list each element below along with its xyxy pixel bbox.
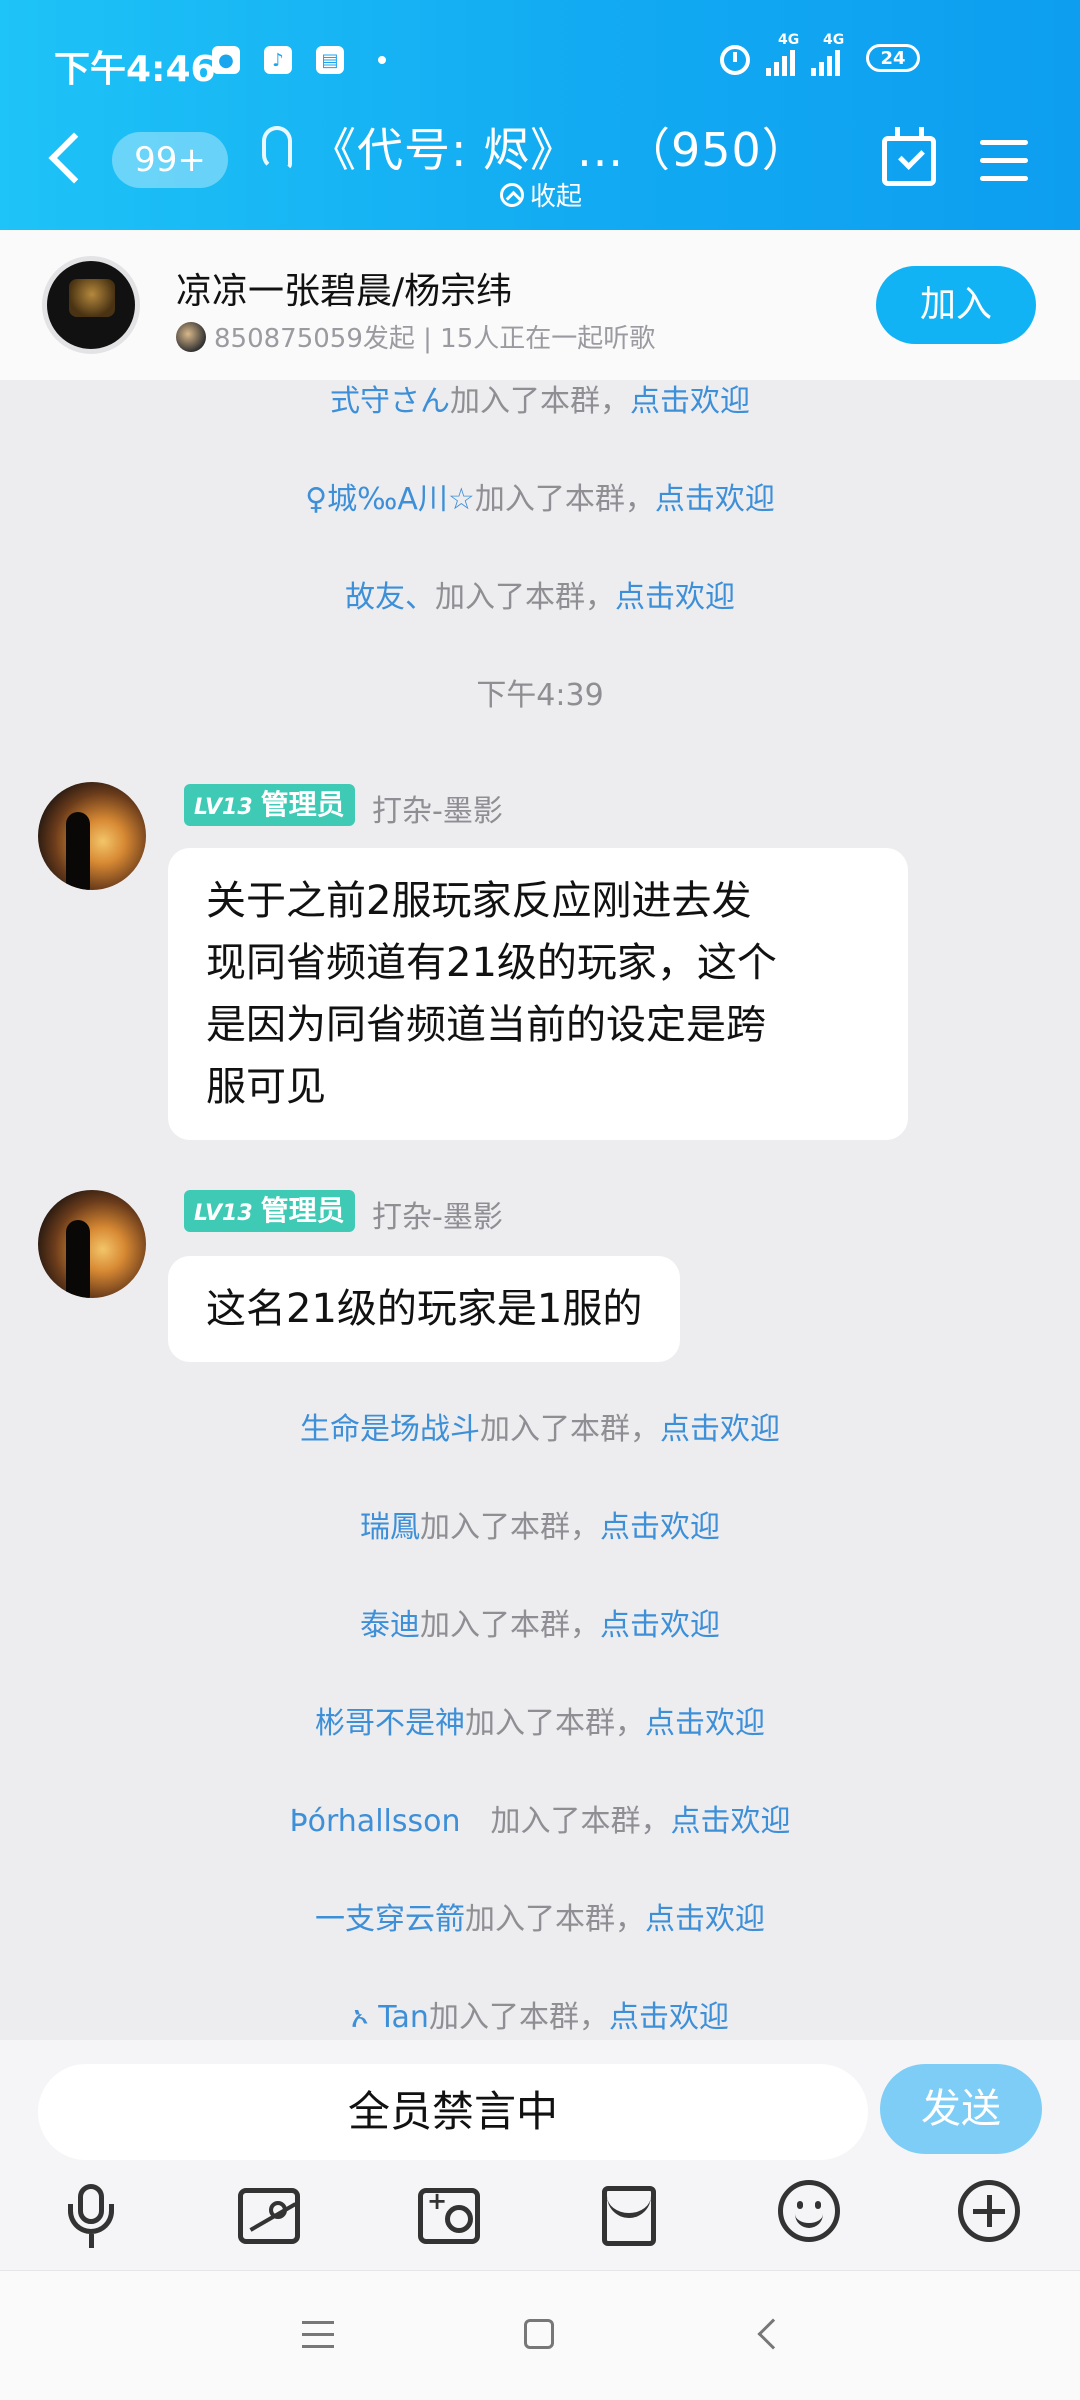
alarm-icon [720,45,750,75]
message-timestamp: 下午4:39 [476,678,604,713]
home-icon[interactable] [524,2319,554,2349]
welcome-link[interactable]: 点击欢迎 [645,1706,765,1741]
member-name[interactable]: Þórhallsson [289,1804,490,1839]
member-name[interactable]: 瑞鳳 [360,1510,420,1545]
avatar[interactable] [38,782,146,890]
recent-apps-icon[interactable] [302,2321,334,2357]
message-bubble[interactable]: 这名21级的玩家是1服的 [168,1256,681,1362]
member-name[interactable]: 生命是场战斗 [300,1412,480,1447]
calendar-notification-icon: ▤ [316,46,344,74]
member-name[interactable]: ኦ Tan [351,2000,429,2035]
chevron-up-icon [500,182,524,207]
system-back-icon[interactable] [757,2318,789,2350]
system-message: 故友、加入了本群，点击欢迎 [345,580,735,615]
welcome-link[interactable]: 点击欢迎 [615,580,735,615]
input-toolbar [0,2180,1080,2260]
camera-icon[interactable] [418,2187,480,2244]
member-name[interactable]: 一支穿云箭 [315,1902,465,1937]
signal-icon: 4G [766,32,799,76]
member-name[interactable]: 泰迪 [360,1608,420,1643]
member-name[interactable]: 彬哥不是神 [315,1706,465,1741]
calendar-check-icon[interactable] [882,127,936,186]
listen-subtitle-text: 850875059发起 | 15人正在一起听歌 [214,324,656,354]
group-title[interactable]: 《代号: 烬》...（950） [310,114,809,180]
message-line: 现同省频道有21级的玩家，这个 [206,940,777,986]
system-navigation-bar [0,2270,1080,2400]
welcome-link[interactable]: 点击欢迎 [671,1804,791,1839]
status-time: 下午4:46 [54,49,216,90]
ear-icon [262,126,292,170]
chat-messages[interactable]: 式守さん加入了本群，点击欢迎 ♀城‰A川☆加入了本群，点击欢迎 故友、加入了本群… [0,380,1080,2040]
welcome-link[interactable]: 点击欢迎 [609,2000,729,2035]
message-line: 关于之前2服玩家反应刚进去发 [206,878,752,924]
welcome-link[interactable]: 点击欢迎 [630,384,750,419]
song-title: 凉凉一张碧晨/杨宗纬 [176,271,513,312]
message-line: 是因为同省频道当前的设定是跨 [206,1002,766,1048]
emoji-icon[interactable] [778,2180,840,2242]
message-input[interactable]: 全员禁言中 [38,2064,868,2160]
system-message: ኦ Tan加入了本群，点击欢迎 [351,2000,729,2035]
plus-icon[interactable] [958,2180,1020,2242]
red-packet-icon[interactable] [602,2186,656,2246]
battery-icon: 24 [866,44,920,72]
welcome-link[interactable]: 点击欢迎 [645,1902,765,1937]
message-line: 服可见 [206,1064,326,1110]
welcome-link[interactable]: 点击欢迎 [660,1412,780,1447]
back-icon[interactable] [48,132,100,184]
menu-icon[interactable] [980,140,1028,182]
system-message: 式守さん加入了本群，点击欢迎 [330,384,750,419]
input-area: 全员禁言中 发送 [0,2040,1080,2270]
signal-icon-2: 4G [811,32,844,76]
sender-name[interactable]: 打杂-墨影 [372,786,503,830]
send-button[interactable]: 发送 [880,2064,1042,2154]
unread-badge[interactable]: 99+ [112,132,228,188]
collapse-label: 收起 [530,182,583,212]
listen-subtitle: 850875059发起 | 15人正在一起听歌 [176,318,655,355]
message-bubble[interactable]: 关于之前2服玩家反应刚进去发 现同省频道有21级的玩家，这个 是因为同省频道当前… [168,848,908,1140]
sender-name[interactable]: 打杂-墨影 [372,1192,503,1236]
microphone-icon[interactable] [56,2180,126,2250]
member-name[interactable]: ♀城‰A川☆ [305,482,475,517]
tiktok-icon: ♪ [264,46,292,74]
status-indicators: 4G 4G [720,32,844,76]
more-dot-icon [378,56,386,64]
image-icon[interactable] [238,2188,300,2244]
admin-badge: LV13 管理员 [184,784,355,826]
join-button[interactable]: 加入 [876,266,1036,344]
system-message: 一支穿云箭加入了本群，点击欢迎 [315,1902,765,1937]
system-message: Þórhallsson 加入了本群，点击欢迎 [289,1804,791,1839]
status-notification-icons: ● ♪ ▤ [212,46,386,74]
message-line: 这名21级的玩家是1服的 [206,1286,643,1332]
nav-bar: 99+ 《代号: 烬》...（950） 收起 [0,110,1080,220]
status-bar: 下午4:46 ● ♪ ▤ 4G 4G 24 [0,30,1080,100]
avatar[interactable] [38,1190,146,1298]
system-message: 瑞鳳加入了本群，点击欢迎 [360,1510,720,1545]
collapse-button[interactable]: 收起 [500,176,582,213]
system-message: ♀城‰A川☆加入了本群，点击欢迎 [305,482,775,517]
initiator-avatar [176,321,206,352]
welcome-link[interactable]: 点击欢迎 [600,1510,720,1545]
app-notification-icon: ● [212,46,240,74]
system-message: 泰迪加入了本群，点击欢迎 [360,1608,720,1643]
member-name[interactable]: 式守さん [330,384,450,419]
system-message: 彬哥不是神加入了本群，点击欢迎 [315,1706,765,1741]
member-name[interactable]: 故友、 [345,580,435,615]
welcome-link[interactable]: 点击欢迎 [655,482,775,517]
listen-together-bar[interactable]: 凉凉一张碧晨/杨宗纬 850875059发起 | 15人正在一起听歌 加入 [0,230,1080,380]
admin-badge: LV13 管理员 [184,1190,355,1232]
song-cover [42,256,140,354]
system-message: 生命是场战斗加入了本群，点击欢迎 [300,1412,780,1447]
welcome-link[interactable]: 点击欢迎 [600,1608,720,1643]
chat-header: 下午4:46 ● ♪ ▤ 4G 4G 24 99+ 《代号: 烬》...（950… [0,0,1080,230]
